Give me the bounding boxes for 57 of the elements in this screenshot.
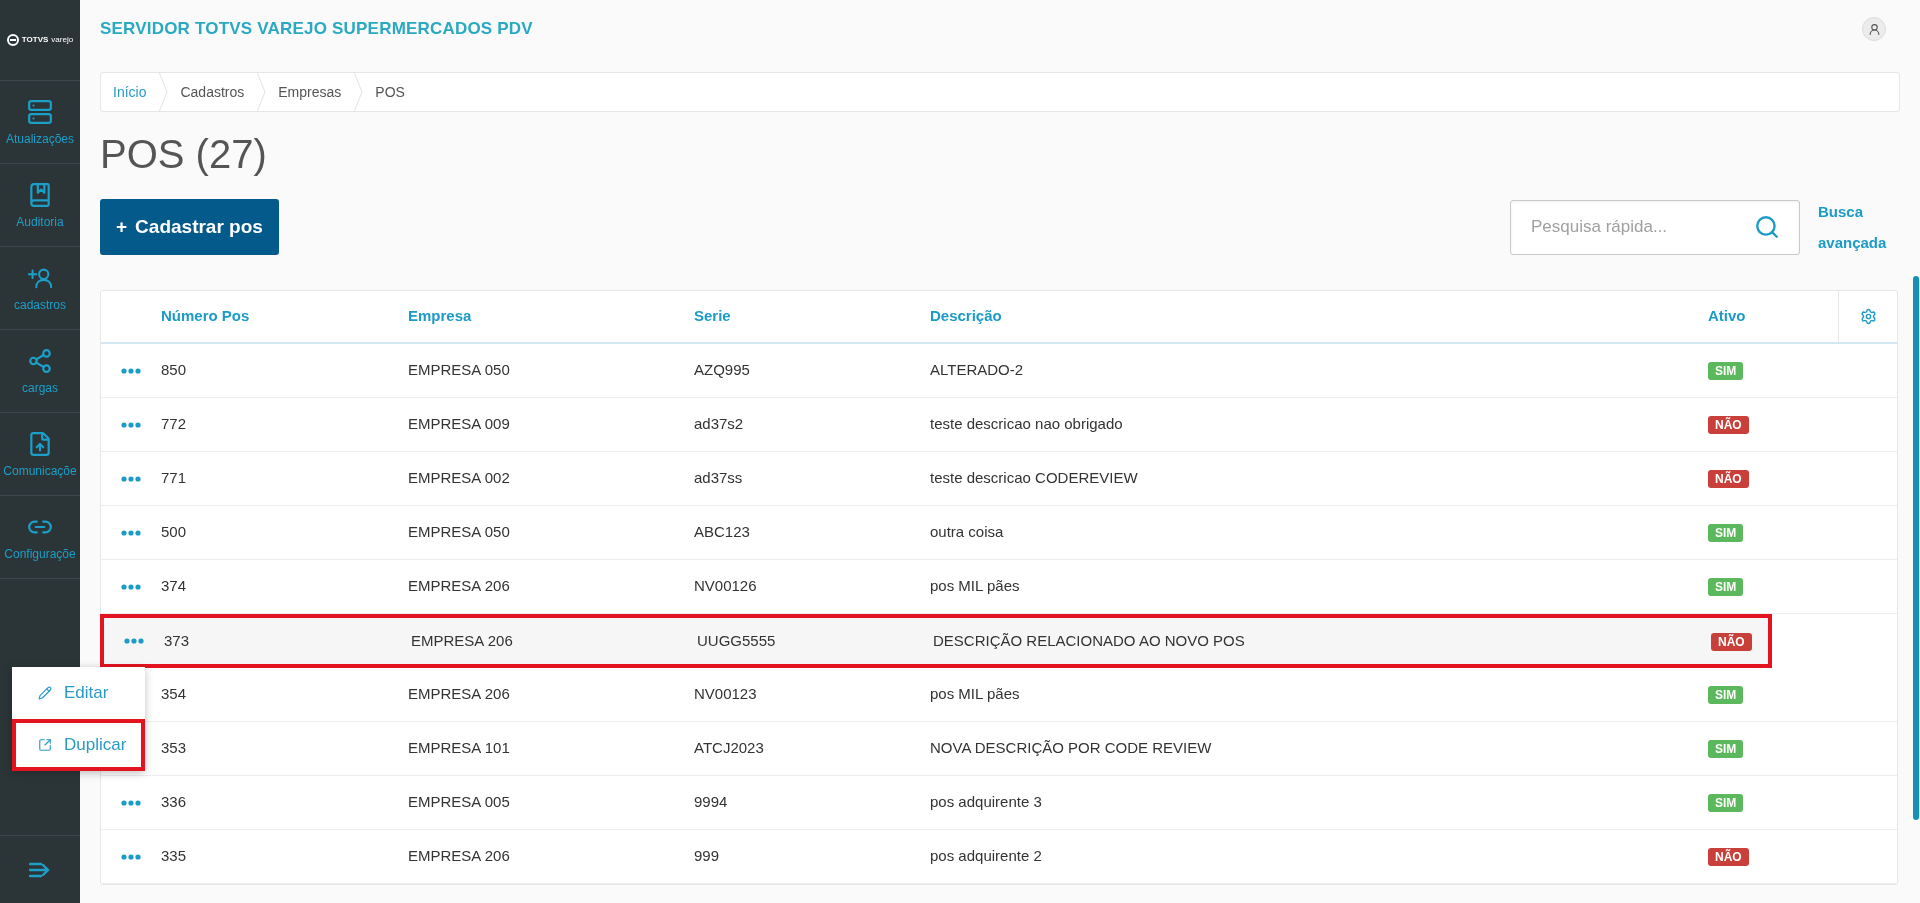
table-cell-text: NOVA DESCRIÇÃO POR CODE REVIEW [930, 738, 1213, 759]
table-cell-text: 336 [161, 792, 188, 813]
table-cell-text: NV00126 [694, 576, 758, 597]
table-cell-text: EMPRESA 005 [408, 792, 511, 813]
status-badge: SIM [1708, 362, 1744, 381]
table-cell-text: 771 [161, 468, 188, 489]
table-cell-text: DESCRIÇÃO RELACIONADO AO NOVO POS [933, 630, 1246, 651]
logo-subtext: varejo [51, 34, 74, 46]
table-cell-text: 850 [161, 360, 188, 381]
table-cell-text: EMPRESA 050 [408, 360, 511, 381]
app-title: SERVIDOR TOTVS VAREJO SUPERMERCADOS PDV [100, 18, 533, 41]
table-cell-text: EMPRESA 009 [408, 414, 511, 435]
table-cell-text: 9994 [694, 792, 729, 813]
page-title: POS (27) [100, 134, 268, 174]
table-cell-text: EMPRESA 002 [408, 468, 511, 489]
status-badge: SIM [1708, 524, 1744, 543]
table-cell-text: pos adquirente 3 [930, 792, 1043, 813]
table-cell-text: 373 [164, 630, 191, 651]
status-badge: NÃO [1708, 470, 1749, 489]
logo-text: TOTVS [21, 34, 49, 46]
status-badge: SIM [1708, 740, 1744, 759]
breadcrumb-item: Cadastros [179, 82, 246, 102]
table-cell-text: AZQ995 [694, 360, 751, 381]
table-cell-text: 374 [161, 576, 188, 597]
table-cell-text: pos MIL pães [930, 684, 1021, 705]
table-cell-text: teste descricao nao obrigado [930, 414, 1124, 435]
table-cell-text: ad37ss [694, 468, 744, 489]
table-cell-text: EMPRESA 206 [408, 846, 511, 867]
table-cell-text: EMPRESA 206 [408, 576, 511, 597]
status-badge: NÃO [1708, 416, 1749, 435]
table-cell-text: 772 [161, 414, 188, 435]
table-cell-text: EMPRESA 206 [411, 630, 514, 651]
table-cell-text: ad37s2 [694, 414, 745, 435]
table-cell-text: ABC123 [694, 522, 751, 543]
table-cell-text: UUGG5555 [697, 630, 777, 651]
table-cell-text: pos adquirente 2 [930, 846, 1043, 867]
status-badge: NÃO [1711, 632, 1752, 651]
status-badge: SIM [1708, 578, 1744, 597]
table-cell-text: ATCJ2023 [694, 738, 765, 759]
table-cell-text: 353 [161, 738, 188, 759]
table-cell-text: outra coisa [930, 522, 1005, 543]
table-cell-text: 335 [161, 846, 188, 867]
table-cell-text: 500 [161, 522, 188, 543]
table-cell-text: 999 [694, 846, 721, 867]
table-cell-text: 354 [161, 684, 188, 705]
table-cell-text: teste descricao CODEREVIEW [930, 468, 1139, 489]
table-cell-text: EMPRESA 101 [408, 738, 511, 759]
table-cell-text: pos MIL pães [930, 576, 1021, 597]
table-cell-text: NV00123 [694, 684, 758, 705]
status-badge: SIM [1708, 794, 1744, 813]
table-cell-text: EMPRESA 206 [408, 684, 511, 705]
status-badge: NÃO [1708, 848, 1749, 867]
breadcrumb-item: POS [374, 82, 406, 102]
table-cell-text: ALTERADO-2 [930, 360, 1025, 381]
breadcrumb-item: Empresas [277, 82, 343, 102]
status-badge: SIM [1708, 686, 1744, 705]
table-cell-text: EMPRESA 050 [408, 522, 511, 543]
